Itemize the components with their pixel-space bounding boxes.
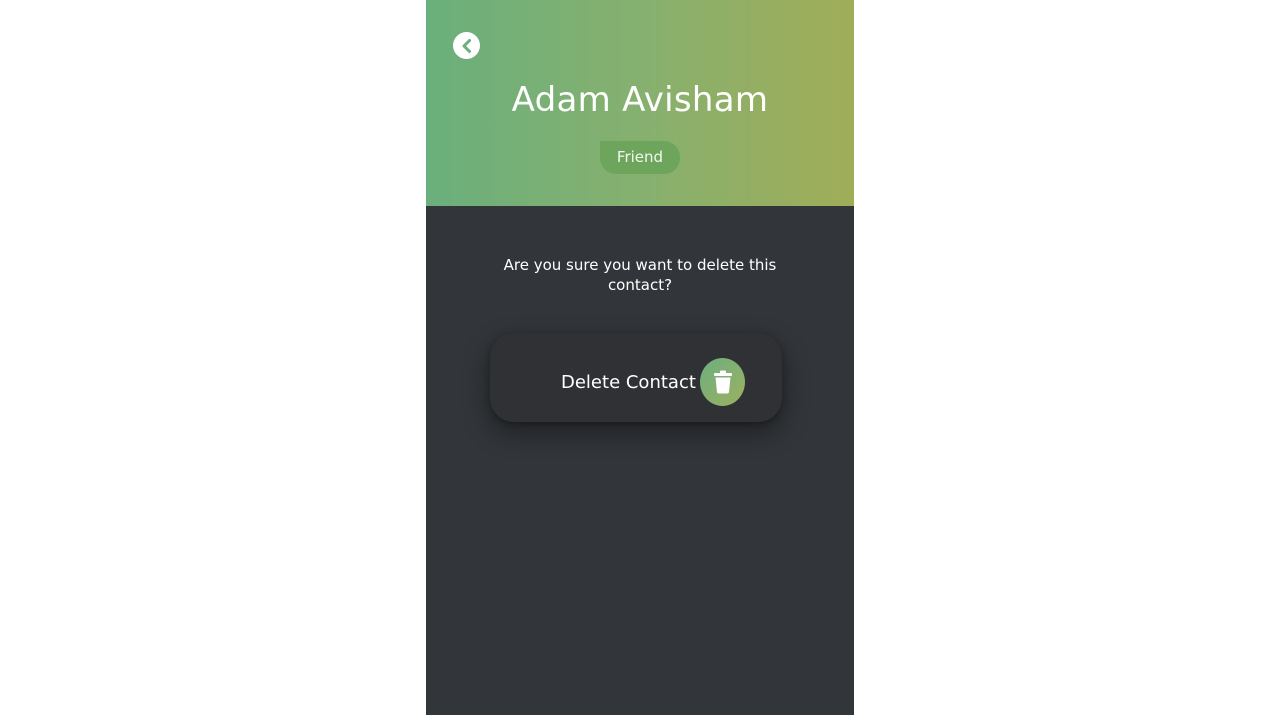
- trash-icon: [712, 370, 734, 394]
- delete-contact-button[interactable]: Delete Contact: [490, 333, 782, 422]
- contact-header: Adam Avisham Friend: [426, 0, 854, 206]
- trash-icon-badge[interactable]: [700, 358, 745, 406]
- contact-group-badge: Friend: [600, 141, 680, 174]
- contact-name: Adam Avisham: [511, 80, 769, 120]
- chevron-left-icon: [459, 38, 475, 54]
- delete-contact-label: Delete Contact: [561, 372, 696, 393]
- back-button[interactable]: [453, 32, 480, 59]
- delete-confirmation-message: Are you sure you want to delete this con…: [503, 256, 777, 294]
- contact-screen: Adam Avisham Friend Are you sure you wan…: [426, 0, 854, 715]
